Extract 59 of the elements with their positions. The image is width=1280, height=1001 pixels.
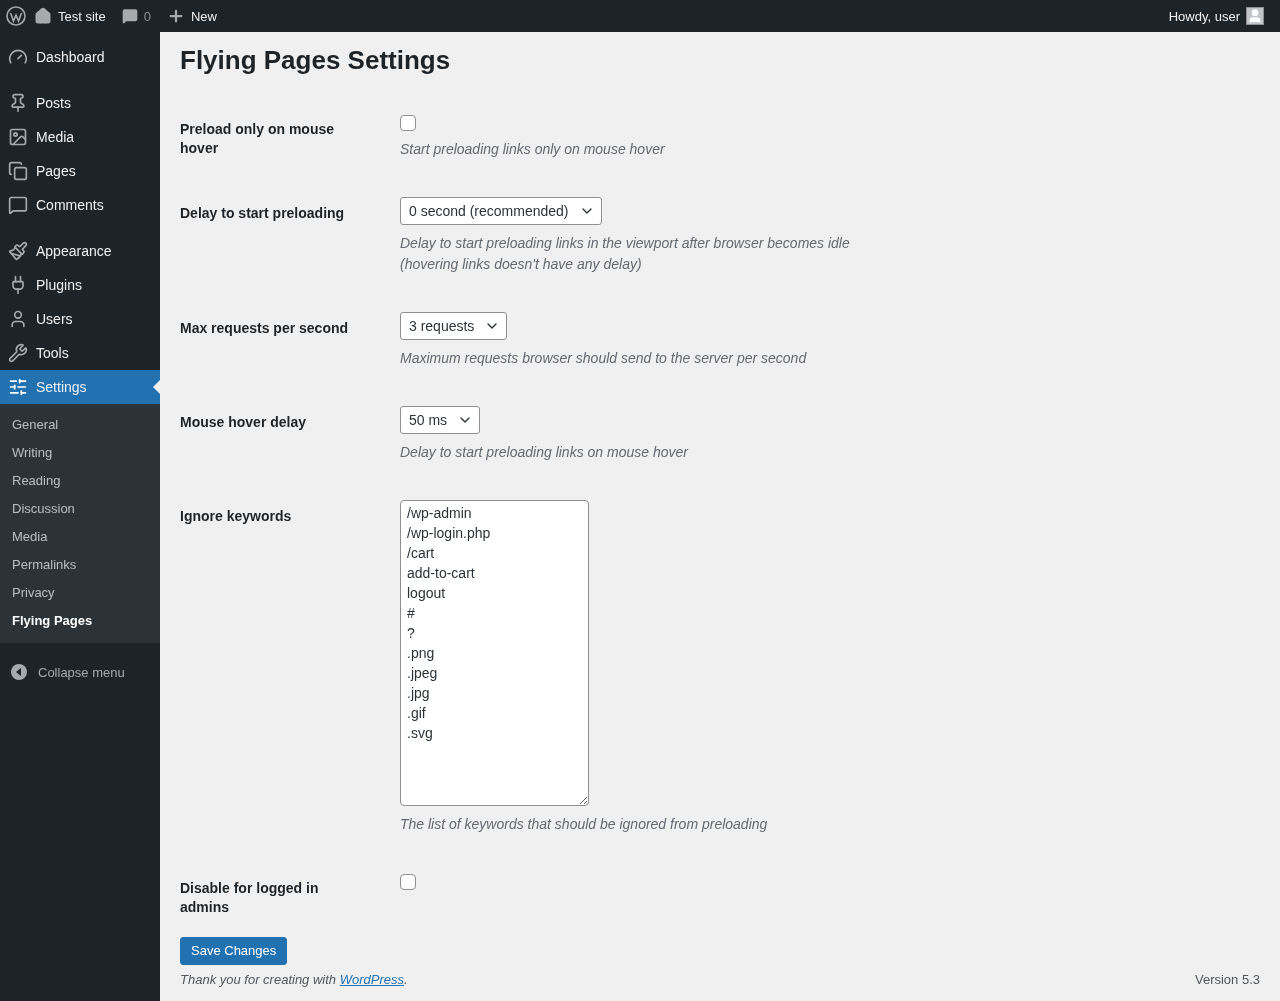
- save-changes-button[interactable]: Save Changes: [180, 936, 288, 965]
- site-name-link[interactable]: Test site: [26, 0, 114, 32]
- setting-description: Start preloading links only on mouse hover: [400, 139, 665, 159]
- select-field[interactable]: 50 ms: [400, 405, 481, 434]
- menu-icon: [8, 93, 28, 113]
- wordpress-logo-icon[interactable]: [6, 6, 26, 26]
- checkbox[interactable]: [400, 873, 416, 890]
- sidebar-item[interactable]: Tools: [0, 336, 160, 370]
- submenu-item[interactable]: Media: [0, 523, 160, 551]
- checkbox[interactable]: [400, 114, 416, 131]
- select-field[interactable]: 3 requests: [400, 311, 508, 340]
- setting-description: Delay to start preloading links on mouse hover: [400, 442, 688, 462]
- submenu-item[interactable]: Permalinks: [0, 551, 160, 579]
- sidebar-item[interactable]: Appearance: [0, 234, 160, 268]
- submenu-item[interactable]: Writing: [0, 439, 160, 467]
- sidebar-item[interactable]: Media: [0, 120, 160, 154]
- select-field[interactable]: 0 second (recommended): [400, 196, 602, 225]
- sidebar-item[interactable]: Settings: [0, 370, 160, 404]
- footer-thanks-text: Thank you for creating with WordPress.: [180, 972, 408, 987]
- comments-link[interactable]: 0: [113, 0, 159, 32]
- sidebar-item[interactable]: Plugins: [0, 268, 160, 302]
- setting-label: Mouse hover delay: [180, 412, 308, 432]
- setting-label: Disable for logged in admins: [180, 878, 320, 917]
- home-icon: [34, 7, 52, 25]
- setting-label: Preload only on mouse hover: [180, 119, 336, 158]
- setting-description: Maximum requests browser should send to the server per second: [400, 348, 807, 368]
- menu-icon: [8, 47, 28, 67]
- new-link[interactable]: New: [158, 0, 225, 32]
- submenu-item[interactable]: Discussion: [0, 495, 160, 523]
- sidebar-item[interactable]: Comments: [0, 188, 160, 222]
- submenu-item[interactable]: General: [0, 411, 160, 439]
- submenu-item[interactable]: Flying Pages: [0, 607, 160, 635]
- menu-icon: [8, 377, 28, 397]
- page-title: Flying Pages Settings: [180, 44, 452, 77]
- menu-icon: [8, 343, 28, 363]
- menu-icon: [8, 161, 28, 181]
- setting-label: Max requests per second: [180, 318, 350, 338]
- avatar-icon: [1246, 7, 1264, 25]
- menu-icon: [8, 241, 28, 261]
- setting-label: Delay to start preloading: [180, 203, 346, 223]
- menu-icon: [8, 127, 28, 147]
- current-pointer-icon: [153, 379, 161, 395]
- account-link[interactable]: Howdy, user: [1160, 0, 1272, 32]
- sidebar-item[interactable]: Users: [0, 302, 160, 336]
- sidebar-item[interactable]: Pages: [0, 154, 160, 188]
- setting-description: The list of keywords that should be ignored from preloading: [400, 814, 768, 834]
- comment-icon: [121, 8, 138, 24]
- sidebar-item[interactable]: Posts: [0, 86, 160, 120]
- setting-description: Delay to start preloading links in the viewport after browser becomes idle (hovering links doesn't have any delay): [400, 233, 851, 274]
- collapse-menu-button[interactable]: Collapse menu: [0, 655, 160, 689]
- wordpress-link[interactable]: WordPress: [339, 972, 404, 987]
- submenu-item[interactable]: Privacy: [0, 579, 160, 607]
- menu-icon: [8, 195, 28, 215]
- sidebar-item[interactable]: Dashboard: [0, 40, 160, 74]
- submenu-item[interactable]: Reading: [0, 467, 160, 495]
- menu-icon: [8, 309, 28, 329]
- setting-label: Ignore keywords: [180, 506, 293, 526]
- keywords-textarea[interactable]: /wp-admin /wp-login.php /cart add-to-cart logout # ? .png .jpeg .jpg .gif .svg: [400, 499, 589, 806]
- version-text: Version 5.3: [1194, 972, 1260, 987]
